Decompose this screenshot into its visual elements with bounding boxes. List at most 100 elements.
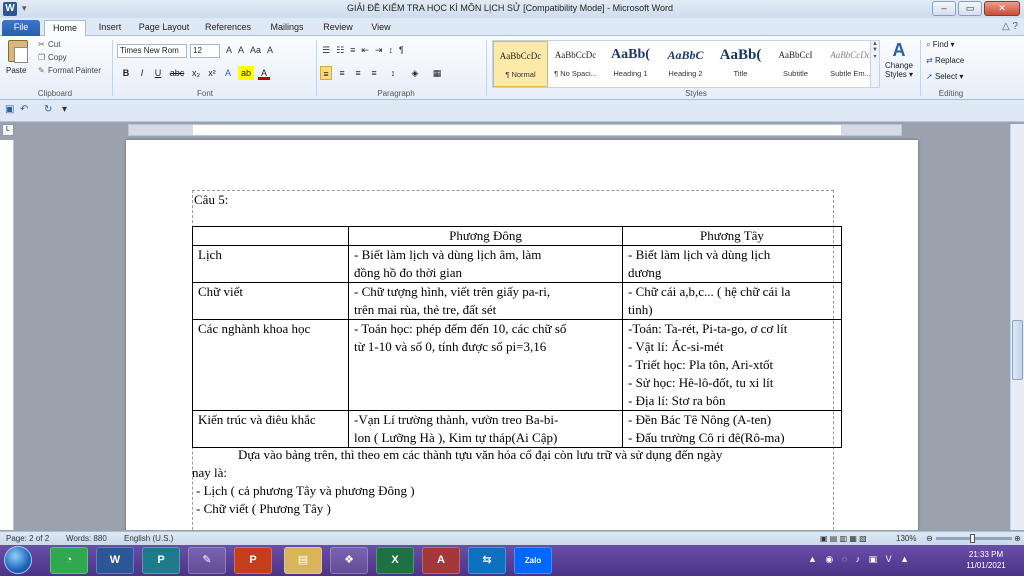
taskbar-clock[interactable]: 21:33 PM 11/01/2021 (956, 549, 1016, 571)
table-row-label: Kiến trúc và điêu khắc (192, 410, 349, 448)
style-title[interactable]: AaBb( Title (713, 41, 768, 87)
font-size-select[interactable]: 12 (190, 44, 220, 58)
ruler-margin-right (841, 125, 901, 135)
taskbar-app-paint[interactable]: ✎ (188, 547, 226, 574)
tab-home[interactable]: Home (44, 20, 86, 36)
change-case-button[interactable]: Aa (250, 45, 261, 55)
align-right-button[interactable]: ≡ (352, 66, 364, 80)
align-left-button[interactable]: ≡ (320, 66, 332, 80)
page-count[interactable]: Page: 2 of 2 (6, 534, 49, 543)
tab-file[interactable]: File (2, 20, 40, 36)
zoom-level[interactable]: 130% (896, 534, 916, 543)
styles-more-button[interactable]: ▲ ▼ ▾ (870, 40, 880, 88)
word-app-icon[interactable]: W (3, 2, 17, 16)
tab-review[interactable]: Review (318, 20, 358, 36)
change-styles-button[interactable]: A Change Styles ▾ (882, 40, 916, 79)
subscript-button[interactable]: x₂ (190, 66, 202, 80)
horizontal-ruler[interactable] (128, 124, 902, 136)
borders-button[interactable]: ▦ (428, 66, 446, 80)
answer-bullet-1: - Lịch ( cả phương Tây và phương Đông ) (196, 483, 415, 498)
maximize-button[interactable]: ▭ (958, 1, 982, 16)
taskbar-app-word[interactable]: W (96, 547, 134, 574)
zoom-in-icon[interactable]: ⊕ (1014, 534, 1021, 543)
word-count[interactable]: Words: 880 (66, 534, 107, 543)
shading-button[interactable]: ◈ (406, 66, 424, 80)
clear-formatting-button[interactable]: A (267, 45, 273, 55)
replace-button[interactable]: ⇄ Replace (926, 56, 964, 65)
vertical-scrollbar[interactable] (1010, 124, 1024, 530)
table-header-cell: Phương Tây (622, 226, 842, 246)
paste-icon[interactable] (8, 40, 28, 63)
tab-insert[interactable]: Insert (92, 20, 128, 36)
taskbar-app-zalo[interactable]: Zalo (514, 547, 552, 574)
font-name-select[interactable]: Times New Rom (117, 44, 187, 58)
zoom-slider-knob[interactable] (970, 534, 975, 543)
scrollbar-thumb[interactable] (1012, 320, 1023, 380)
underline-button[interactable]: U (152, 66, 164, 80)
superscript-button[interactable]: x² (206, 66, 218, 80)
table-cell-west: - Chữ cái a,b,c... ( hệ chữ cái la tinh) (622, 282, 842, 320)
grow-font-button[interactable]: A (226, 45, 232, 55)
zoom-out-icon[interactable]: ⊖ (926, 534, 933, 543)
taskbar-app-excel[interactable]: X (376, 547, 414, 574)
text-effects-button[interactable]: A (222, 66, 234, 80)
shrink-font-button[interactable]: A (238, 45, 244, 55)
customize-qat-icon[interactable]: ▾ (62, 104, 67, 115)
document-page[interactable]: Câu 5: Phương Đông Phương Tây Lịch - Biế… (126, 140, 918, 530)
taskbar-app-chrome-like[interactable]: ◔ (50, 547, 88, 574)
taskbar-app-access[interactable]: A (422, 547, 460, 574)
view-buttons[interactable]: ▣ ▤ ▥ ▦ ▧ (820, 534, 867, 543)
table-row: Các nghành khoa học - Toán học: phép đếm… (192, 319, 842, 411)
sort-button[interactable]: ↕ (389, 45, 394, 56)
find-button[interactable]: ⌕ Find ▾ (926, 40, 955, 50)
style-heading-1[interactable]: AaBb( Heading 1 (603, 41, 658, 87)
tab-selector[interactable]: L (2, 124, 14, 136)
style-subtitle[interactable]: AaBbCcI Subtitle (768, 41, 823, 87)
table-row-label: Các nghành khoa học (192, 319, 349, 411)
bold-button[interactable]: B (120, 66, 132, 80)
tab-view[interactable]: View (366, 20, 396, 36)
strikethrough-button[interactable]: abc (168, 66, 186, 80)
help-icon[interactable]: △ ? (1002, 21, 1018, 32)
taskbar-app-powerpoint[interactable]: P (234, 547, 272, 574)
show-marks-button[interactable]: ¶ (399, 45, 404, 56)
justify-button[interactable]: ≡ (368, 66, 380, 80)
style-normal[interactable]: AaBbCcDc ¶ Normal (493, 41, 548, 87)
highlight-button[interactable]: ab (238, 66, 254, 80)
italic-button[interactable]: I (136, 66, 148, 80)
save-icon[interactable]: ▣ (5, 104, 14, 115)
language-indicator[interactable]: English (U.S.) (124, 534, 173, 543)
copy-button[interactable]: ❐ Copy (38, 53, 67, 62)
format-painter-button[interactable]: ✎ Format Painter (38, 66, 101, 75)
undo-icon[interactable]: ↶ (20, 104, 28, 115)
tab-mailings[interactable]: Mailings (264, 20, 310, 36)
close-button[interactable]: ✕ (984, 1, 1020, 16)
multilevel-list-button[interactable]: ≡ (350, 45, 355, 56)
start-button[interactable] (4, 546, 32, 574)
tab-references[interactable]: References (200, 20, 256, 36)
decrease-indent-button[interactable]: ⇤ (361, 45, 369, 56)
paragraph-align-row: ≡ ≡ ≡ ≡ ↕ ◈ ▦ (320, 66, 446, 80)
select-button[interactable]: ➚ Select ▾ (926, 72, 963, 81)
minimize-button[interactable]: – (932, 1, 956, 16)
style-no-spacing[interactable]: AaBbCcDc ¶ No Spaci... (548, 41, 603, 87)
taskbar-app-teamviewer[interactable]: ⇆ (468, 547, 506, 574)
style-heading-2[interactable]: AaBbC Heading 2 (658, 41, 713, 87)
bullets-button[interactable]: ☰ (322, 45, 330, 56)
redo-icon[interactable]: ↻ (44, 104, 52, 115)
font-color-button[interactable]: A (258, 66, 270, 80)
numbering-button[interactable]: ☷ (336, 45, 344, 56)
window-controls: – ▭ ✕ (932, 1, 1020, 16)
center-button[interactable]: ≡ (336, 66, 348, 80)
tab-page-layout[interactable]: Page Layout (134, 20, 194, 36)
taskbar-app-network[interactable]: ❖ (330, 547, 368, 574)
increase-indent-button[interactable]: ⇥ (375, 45, 383, 56)
font-format-row: B I U abc x₂ x² A ab A (120, 66, 270, 80)
taskbar-app-publisher[interactable]: P (142, 547, 180, 574)
table-row: Kiến trúc và điêu khắc -Vạn Lí trường th… (192, 410, 842, 448)
cut-button[interactable]: ✂ Cut (38, 40, 60, 49)
system-tray[interactable]: ▲ ◉ ◌ ♪ ▣ V ▲ (808, 554, 912, 565)
line-spacing-button[interactable]: ↕ (384, 66, 402, 80)
paste-button[interactable]: Paste (6, 66, 26, 75)
taskbar-app-explorer[interactable]: ▤ (284, 547, 322, 574)
